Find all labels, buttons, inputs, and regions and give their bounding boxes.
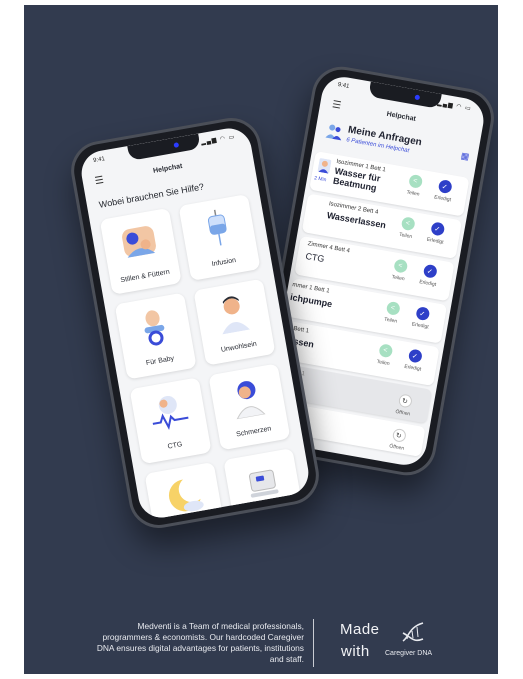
done-button[interactable]: ✓ Erledigt: [414, 263, 443, 289]
phone-helpchat: 9:41 ▂▄▆ ◠ ▭ ☰ Helpchat Wobei brauchen S…: [66, 113, 324, 533]
share-label: Teilen: [406, 189, 420, 198]
grid-view-icon[interactable]: ▦: [460, 150, 470, 162]
share-icon: <: [385, 300, 401, 316]
share-icon: <: [407, 173, 423, 189]
request-task: Wasser für Beatmung: [332, 165, 382, 194]
done-button[interactable]: ✓ Erledigt: [422, 220, 451, 246]
moon-night-icon: [168, 479, 204, 512]
share-button[interactable]: < Teilen: [400, 173, 429, 199]
brand-text: Caregiver DNA: [385, 650, 433, 657]
tile-infusion[interactable]: Infusion: [178, 193, 261, 281]
share-button[interactable]: < Teilen: [377, 300, 406, 326]
request-task: Wasserlassen: [326, 210, 387, 231]
dna-icon: [402, 622, 424, 642]
share-icon: <: [377, 343, 393, 359]
status-time: 9:41: [92, 156, 106, 165]
tile-unwohlsein[interactable]: Unwohlsein: [193, 278, 276, 366]
signal-wifi-battery-icon: ▂▄▆ ◠ ▭: [436, 100, 473, 113]
share-label: Teilen: [376, 358, 391, 368]
done-label: Erledigt: [418, 279, 437, 288]
share-label: Teilen: [383, 316, 398, 325]
share-icon: <: [400, 216, 416, 232]
open-label: Öffnen: [388, 443, 405, 452]
tile-ctg[interactable]: CTG: [129, 377, 212, 465]
people-icon: [325, 124, 342, 141]
tagline: Medventi is a Team of medical profession…: [96, 621, 304, 664]
open-label: Öffnen: [394, 408, 411, 418]
patient-avatar-icon: [317, 158, 332, 174]
pain-person-icon: [236, 381, 266, 420]
share-label: Teilen: [398, 231, 413, 241]
tile-device[interactable]: [223, 448, 306, 522]
poster: 9:41 ▂▄▆ ◠ ▭ ☰ Helpchat Meine Anfragen 6…: [24, 5, 498, 674]
share-button[interactable]: < Teilen: [392, 215, 421, 241]
done-button[interactable]: ✓ Erledigt: [429, 178, 458, 204]
check-icon: ✓: [429, 221, 445, 237]
ctg-monitor-icon: [152, 395, 189, 431]
check-icon: ✓: [414, 306, 430, 322]
done-button[interactable]: ✓ Erledigt: [399, 347, 428, 373]
check-icon: ✓: [407, 348, 423, 364]
tile-label: Für Baby: [145, 355, 175, 368]
phone-screen: 9:41 ▂▄▆ ◠ ▭ ☰ Helpchat Wobei brauchen S…: [78, 124, 312, 522]
open-button[interactable]: ↻ Öffnen: [383, 427, 412, 453]
tile-schmerzen[interactable]: Schmerzen: [208, 363, 291, 451]
status-time: 9:41: [337, 81, 350, 90]
tile-label: CTG: [167, 441, 183, 451]
tile-label: Infusion: [211, 256, 237, 269]
time-ago: 2 Min: [313, 175, 327, 184]
signal-wifi-battery-icon: ▂▄▆ ◠ ▭: [200, 134, 236, 147]
footer-divider: [313, 619, 314, 667]
tile-label: Stillen & Füttern: [120, 268, 171, 285]
unwell-person-icon: [222, 296, 250, 335]
tile-stillen[interactable]: Stillen & Füttern: [99, 207, 182, 295]
share-button[interactable]: < Teilen: [385, 257, 414, 283]
device-icon: [249, 469, 279, 498]
footer: Medventi is a Team of medical profession…: [24, 613, 498, 669]
tile-baby[interactable]: Für Baby: [114, 292, 197, 380]
share-icon: <: [392, 258, 408, 274]
tile-label: Unwohlsein: [220, 340, 258, 354]
request-task: ichpumpe: [289, 291, 333, 310]
request-task: CTG: [304, 250, 326, 265]
done-label: Erledigt: [426, 236, 444, 246]
made-text: Made: [340, 621, 380, 638]
done-label: Erledigt: [433, 194, 452, 204]
camera-icon: [414, 94, 421, 101]
done-button[interactable]: ✓ Erledigt: [407, 305, 436, 331]
infusion-bag-icon: [207, 209, 227, 246]
refresh-icon: ↻: [391, 427, 407, 443]
mother-baby-icon: [122, 226, 156, 258]
open-button[interactable]: ↻ Öffnen: [389, 392, 418, 418]
share-label: Teilen: [391, 274, 406, 283]
camera-icon: [173, 142, 180, 148]
tile-label: [235, 514, 304, 521]
check-icon: ✓: [437, 178, 453, 195]
tile-label: Schmerzen: [235, 425, 272, 439]
tile-night[interactable]: [144, 461, 227, 522]
check-icon: ✓: [422, 263, 438, 279]
done-label: Erledigt: [411, 321, 430, 331]
share-button[interactable]: < Teilen: [370, 342, 399, 368]
pacifier-icon: [144, 310, 165, 346]
with-text: with: [341, 643, 370, 660]
refresh-icon: ↻: [397, 393, 413, 409]
done-label: Erledigt: [403, 363, 422, 373]
